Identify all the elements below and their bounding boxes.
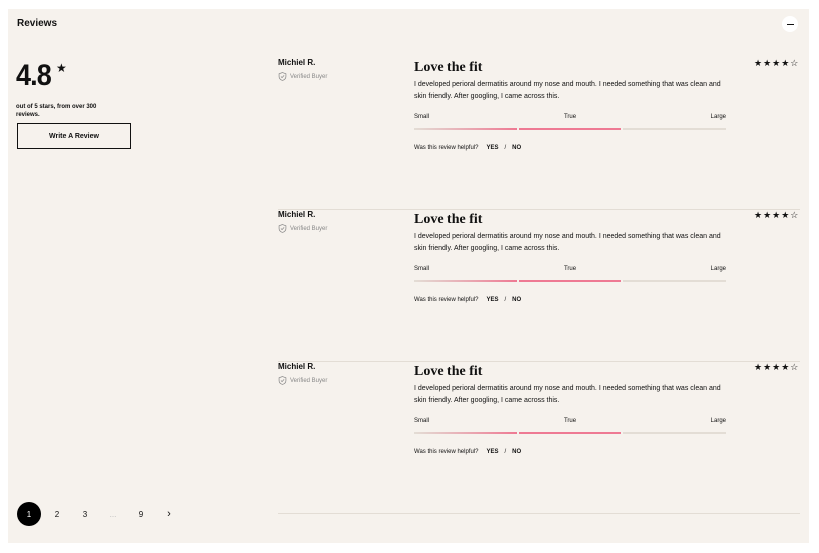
fit-label-large: Large (710, 418, 726, 424)
review-author: Michiel R. (278, 58, 316, 67)
fit-label-true: True (563, 418, 577, 424)
fit-segment-large (623, 432, 727, 434)
shield-check-icon (278, 72, 287, 81)
helpful-question: Was this review helpful? (414, 449, 479, 455)
review-item: Michiel R. Verified Buyer Love the fit I… (278, 58, 800, 210)
review-stars: ★★★★☆ (754, 58, 800, 68)
verified-label: Verified Buyer (290, 377, 328, 384)
review-author: Michiel R. (278, 210, 316, 219)
fit-segment-small (414, 280, 517, 282)
pagination-ellipsis: ... (109, 509, 117, 519)
verified-badge: Verified Buyer (278, 72, 327, 81)
rating-subtitle: out of 5 stars, from over 300 reviews. (16, 104, 97, 118)
helpful-yes-button[interactable]: YES (486, 449, 498, 455)
fit-segment-large (623, 280, 727, 282)
fit-label-large: Large (710, 114, 726, 120)
review-body: I developed perioral dermatitis around m… (414, 233, 721, 252)
verified-label: Verified Buyer (290, 225, 328, 232)
page-button-2[interactable]: 2 (45, 502, 69, 526)
fit-scale (414, 128, 727, 130)
fit-label-small: Small (414, 114, 430, 120)
fit-label-small: Small (414, 266, 430, 272)
review-body: I developed perioral dermatitis around m… (414, 385, 721, 404)
fit-label-true: True (563, 266, 577, 272)
collapse-button[interactable] (782, 16, 798, 32)
fit-segment-small (414, 432, 517, 434)
write-review-button[interactable]: Write A Review (17, 123, 131, 149)
fit-label-small: Small (414, 418, 430, 424)
fit-segment-true (518, 128, 622, 130)
verified-label: Verified Buyer (290, 73, 328, 80)
page-button-1[interactable]: 1 (17, 502, 41, 526)
helpful-no-button[interactable]: NO (512, 297, 521, 303)
fit-segment-large (623, 128, 727, 130)
fit-segment-small (414, 128, 517, 130)
helpful-divider: / (504, 145, 507, 151)
page-button-3[interactable]: 3 (73, 502, 97, 526)
verified-badge: Verified Buyer (278, 224, 327, 233)
review-body: I developed perioral dermatitis around m… (414, 81, 721, 100)
verified-badge: Verified Buyer (278, 376, 327, 385)
reviews-title: Reviews (17, 18, 58, 29)
page-button-9[interactable]: 9 (129, 502, 153, 526)
review-item: Michiel R. Verified Buyer Love the fit I… (278, 210, 800, 362)
fit-segment-true (518, 432, 622, 434)
rating-summary: 4.8 ★ out of 5 stars, from over 300 revi… (16, 59, 96, 118)
pagination: 1 2 3... 9 › (17, 502, 185, 526)
shield-check-icon (278, 376, 287, 385)
average-rating: 4.8 (16, 59, 52, 92)
review-item: Michiel R. Verified Buyer Love the fit I… (278, 362, 800, 514)
review-title: Love the fit (414, 212, 483, 227)
review-divider (278, 513, 800, 514)
review-stars: ★★★★☆ (754, 210, 800, 220)
fit-segment-true (518, 280, 622, 282)
shield-check-icon (278, 224, 287, 233)
helpful-question: Was this review helpful? (414, 145, 479, 151)
helpful-no-button[interactable]: NO (512, 449, 521, 455)
review-title: Love the fit (414, 364, 483, 379)
star-icon: ★ (56, 61, 67, 75)
helpful-row: Was this review helpful? YES / NO (414, 449, 521, 455)
review-author: Michiel R. (278, 362, 316, 371)
fit-label-true: True (563, 114, 577, 120)
helpful-divider: / (504, 449, 507, 455)
helpful-row: Was this review helpful? YES / NO (414, 145, 521, 151)
review-stars: ★★★★☆ (754, 362, 800, 372)
helpful-divider: / (504, 297, 507, 303)
minus-icon (786, 23, 794, 25)
helpful-row: Was this review helpful? YES / NO (414, 297, 521, 303)
fit-scale (414, 280, 727, 282)
reviews-panel: Reviews 4.8 ★ out of 5 stars, from over … (8, 9, 809, 543)
review-title: Love the fit (414, 60, 483, 75)
next-page-icon[interactable]: › (157, 502, 181, 526)
fit-label-large: Large (710, 266, 726, 272)
helpful-yes-button[interactable]: YES (486, 145, 498, 151)
helpful-yes-button[interactable]: YES (486, 297, 498, 303)
helpful-question: Was this review helpful? (414, 297, 479, 303)
helpful-no-button[interactable]: NO (512, 145, 521, 151)
fit-scale (414, 432, 727, 434)
